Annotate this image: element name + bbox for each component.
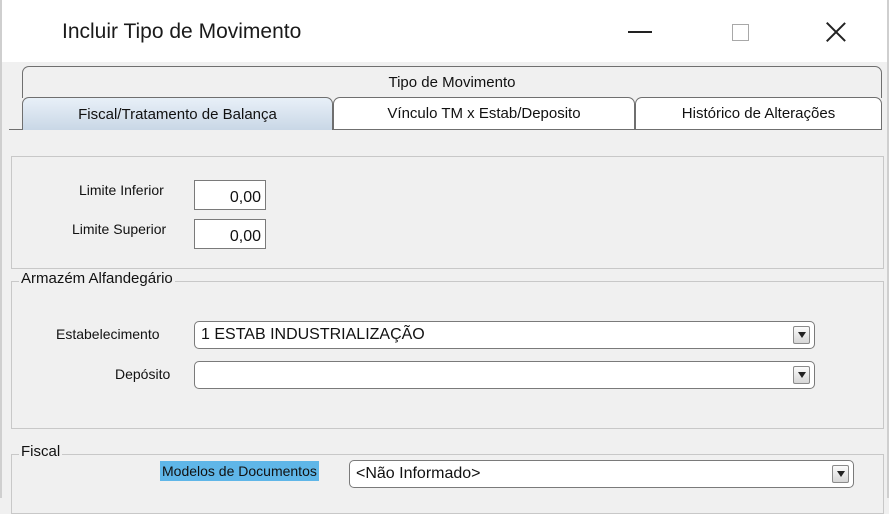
estabelecimento-select[interactable]: 1 ESTAB INDUSTRIALIZAÇÃO [194, 321, 815, 349]
modelos-documentos-dropdown-button[interactable] [832, 465, 849, 483]
tab-vinculo-tm-estab-deposito[interactable]: Vínculo TM x Estab/Deposito [333, 97, 635, 129]
chevron-down-icon [797, 332, 806, 338]
minimize-button[interactable] [600, 8, 680, 56]
minimize-icon [628, 31, 652, 33]
fiscal-legend: Fiscal [19, 443, 63, 460]
modelos-documentos-value: <Não Informado> [356, 465, 481, 482]
limite-inferior-label: Limite Inferior [79, 182, 164, 198]
deposito-label: Depósito [115, 366, 171, 382]
close-icon [826, 22, 846, 42]
estabelecimento-dropdown-button[interactable] [793, 326, 810, 344]
deposito-select[interactable] [194, 361, 815, 389]
maximize-icon [731, 23, 749, 41]
limite-inferior-input[interactable]: 0,00 [194, 180, 266, 210]
window-title: Incluir Tipo de Movimento [62, 20, 302, 43]
estabelecimento-label: Estabelecimento [56, 326, 160, 342]
tab-fiscal-tratamento-balanca[interactable]: Fiscal/Tratamento de Balança [22, 97, 333, 130]
tab-baseline [9, 129, 23, 130]
window-border-left [0, 0, 2, 498]
title-bar: Incluir Tipo de Movimento [0, 0, 889, 62]
tab-tipo-de-movimento[interactable]: Tipo de Movimento [22, 66, 882, 98]
close-button[interactable] [796, 8, 876, 56]
armazem-group [11, 281, 884, 429]
limite-superior-label: Limite Superior [72, 221, 167, 237]
modelos-documentos-select[interactable]: <Não Informado> [349, 460, 854, 488]
chevron-down-icon [797, 372, 806, 378]
limits-group [11, 156, 884, 269]
armazem-legend: Armazém Alfandegário [19, 270, 175, 287]
limite-superior-input[interactable]: 0,00 [194, 219, 266, 249]
deposito-dropdown-button[interactable] [793, 366, 810, 384]
maximize-button[interactable] [700, 8, 780, 56]
tab-historico-alteracoes[interactable]: Histórico de Alterações [635, 97, 882, 129]
tab-baseline [333, 129, 882, 130]
chevron-down-icon [836, 471, 845, 477]
modelos-documentos-label: Modelos de Documentos [160, 461, 319, 481]
estabelecimento-value: 1 ESTAB INDUSTRIALIZAÇÃO [201, 326, 425, 343]
